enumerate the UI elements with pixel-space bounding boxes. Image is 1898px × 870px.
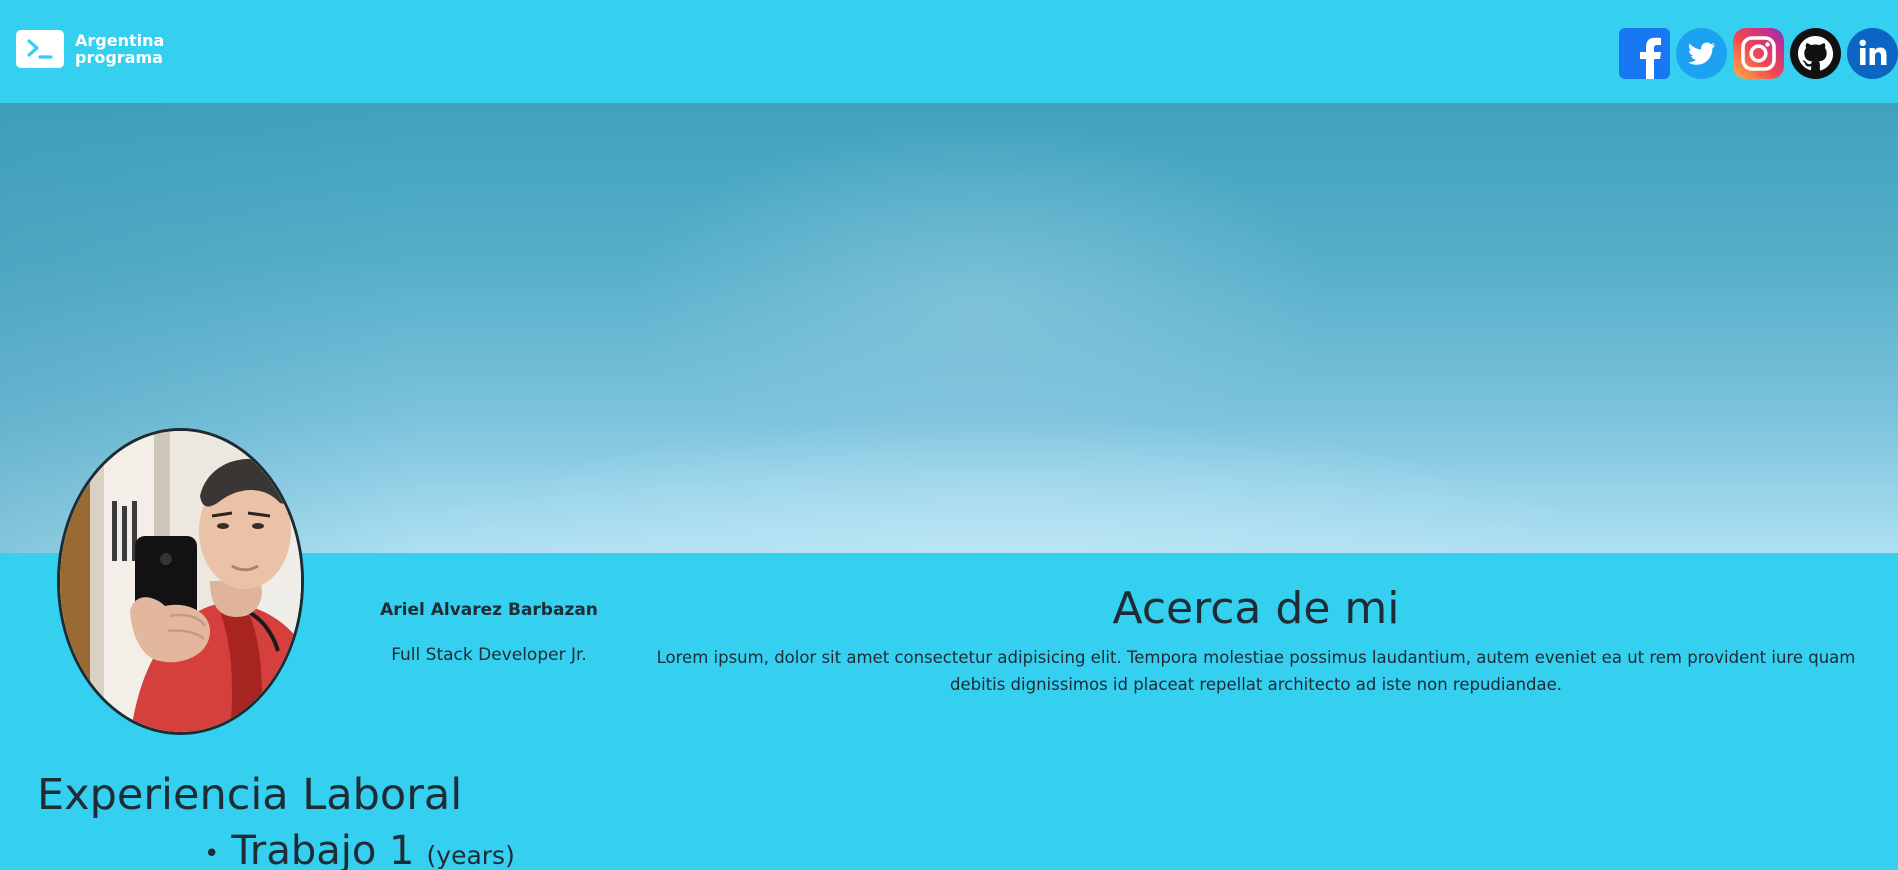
profile-role: Full Stack Developer Jr. xyxy=(391,645,587,665)
logo-line-2: programa xyxy=(75,48,163,67)
terminal-prompt-icon xyxy=(16,30,64,68)
experience-title: Experiencia Laboral xyxy=(37,770,463,820)
twitter-link[interactable] xyxy=(1676,28,1727,79)
linkedin-icon xyxy=(1847,28,1898,79)
about-title: Acerca de mi xyxy=(1112,583,1400,634)
header: Argentina programa xyxy=(0,0,1898,103)
logo[interactable]: Argentina programa xyxy=(16,30,164,68)
github-icon xyxy=(1790,28,1841,79)
job-item: • Trabajo 1 (years) xyxy=(204,828,515,870)
logo-text: Argentina programa xyxy=(75,32,164,66)
job-years: (years) xyxy=(426,841,515,870)
facebook-icon xyxy=(1619,28,1670,79)
instagram-link[interactable] xyxy=(1733,28,1784,79)
job-title: Trabajo 1 xyxy=(231,828,415,870)
bullet-icon: • xyxy=(204,839,220,869)
profile-name: Ariel Alvarez Barbazan xyxy=(380,600,598,620)
instagram-icon xyxy=(1733,28,1784,79)
facebook-link[interactable] xyxy=(1619,28,1670,79)
banner-image xyxy=(0,103,1898,553)
logo-line-1: Argentina xyxy=(75,31,165,50)
profile-avatar xyxy=(57,428,304,735)
social-links xyxy=(1619,28,1898,79)
twitter-icon xyxy=(1676,28,1727,79)
about-text: Lorem ipsum, dolor sit amet consectetur … xyxy=(656,648,1856,694)
github-link[interactable] xyxy=(1790,28,1841,79)
linkedin-link[interactable] xyxy=(1847,28,1898,79)
